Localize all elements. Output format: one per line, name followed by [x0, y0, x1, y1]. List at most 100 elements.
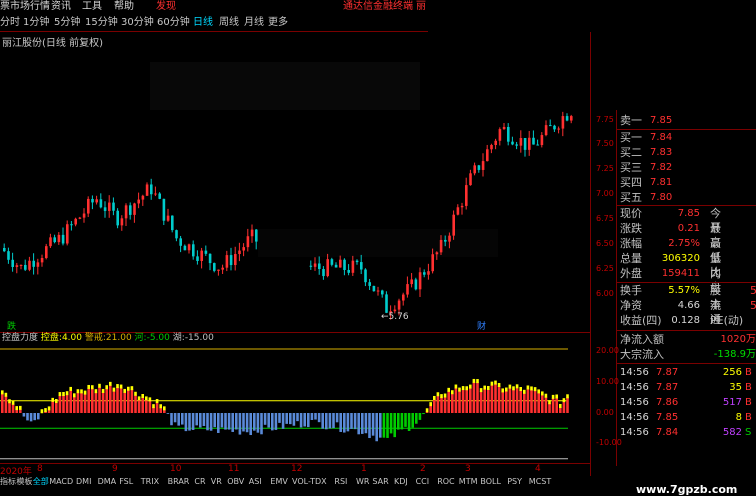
indicator-tab[interactable]: DMI [76, 476, 91, 487]
indicator-cap [127, 386, 130, 391]
price-chart[interactable] [0, 32, 596, 332]
indicator-bar [494, 383, 497, 413]
indicator-tab[interactable]: ROC [437, 476, 454, 487]
candle-body [95, 199, 98, 203]
date-tick: 8 [37, 464, 43, 474]
indicator-tab[interactable]: MACD [49, 476, 73, 487]
tf-1min[interactable]: 1分钟 [23, 16, 49, 30]
indicator-bar [170, 413, 173, 426]
trade-direction: B [745, 382, 752, 393]
indicator-bar [379, 413, 382, 438]
indicator-bar [472, 381, 476, 413]
indicator-tab[interactable]: 指标 [0, 476, 16, 487]
indicator-cap [479, 388, 483, 393]
indicator-cap [548, 400, 551, 405]
indicator-bar [418, 413, 422, 420]
candle-body [225, 255, 229, 268]
stat-row: 外盘 159411 内盘 [620, 267, 721, 294]
price-tick: 7.50 [596, 139, 614, 148]
indicator-cap [533, 387, 537, 392]
candle-body [544, 125, 548, 136]
candle-body [162, 198, 166, 221]
trade-row: 14:56 7.84 582 S [620, 426, 756, 440]
indicator-tab[interactable]: BOLL [480, 476, 501, 487]
stat-label: 换手 [620, 284, 642, 297]
indicator-bar [209, 413, 213, 431]
candle-body [112, 202, 115, 211]
tf-15min[interactable]: 15分钟 [85, 16, 118, 30]
tf-monthly[interactable]: 月线 [244, 16, 264, 30]
price-tick: 6.25 [596, 264, 614, 273]
menu-item-tools[interactable]: 工具 [82, 0, 102, 13]
event-marker[interactable]: 财 [477, 319, 486, 332]
indicator-bar [55, 402, 58, 413]
indicator-tab[interactable]: CCI [416, 476, 430, 487]
candle-body [452, 214, 455, 236]
indicator-cap [483, 385, 486, 390]
indicator-tab[interactable]: KDJ [394, 476, 408, 487]
indicator-tab[interactable]: WR [356, 476, 369, 487]
candle-body [339, 259, 342, 268]
indicator-tab[interactable]: BRAR [168, 476, 190, 487]
indicator-bar [505, 390, 508, 413]
indicator-tab[interactable]: EMV [270, 476, 287, 487]
candle-body [200, 250, 203, 261]
indicator-cap [73, 393, 76, 398]
indicator-tab[interactable]: 全部 [33, 476, 49, 487]
indicator-bar [281, 413, 285, 429]
indicator-bar [314, 413, 317, 420]
tf-intraday[interactable]: 分时 [0, 16, 20, 30]
order-price: 7.85 [650, 115, 673, 126]
candle-body [570, 116, 573, 121]
tf-5min[interactable]: 5分钟 [54, 16, 80, 30]
indicator-chart[interactable] [0, 344, 590, 462]
tf-daily[interactable]: 日线 [193, 16, 213, 30]
indicator-bar [148, 400, 152, 413]
stat-value: 159411 [661, 268, 700, 279]
indicator-bar [465, 389, 468, 413]
stat-value: 306320 [661, 253, 700, 264]
indicator-bar [386, 413, 389, 438]
trade-time: 14:56 [620, 427, 649, 438]
menu-item-discover[interactable]: 发现 [156, 0, 176, 13]
indicator-tab[interactable]: PSY [507, 476, 522, 487]
tf-60min[interactable]: 60分钟 [157, 16, 190, 30]
indicator-tab[interactable]: MCST [529, 476, 551, 487]
candle-body [372, 285, 376, 292]
candle-body [150, 184, 153, 195]
indicator-tab[interactable]: VR [211, 476, 222, 487]
menu-link-extra[interactable]: 丽 [416, 0, 426, 13]
indicator-cap [566, 394, 569, 399]
indicator-tab[interactable]: RSI [334, 476, 347, 487]
trade-row: 14:56 7.87 256 B [620, 366, 756, 380]
candle-body [82, 213, 86, 218]
indicator-tab[interactable]: VOL-TDX [292, 476, 327, 487]
indicator-bar [130, 389, 134, 413]
indicator-tab[interactable]: DMA [98, 476, 117, 487]
menu-item-help[interactable]: 帮助 [114, 0, 134, 13]
indicator-tab[interactable]: MTM [459, 476, 478, 487]
tf-more[interactable]: 更多 [268, 16, 288, 30]
menu-link-terminal[interactable]: 通达信金融终端 [343, 0, 413, 13]
tf-weekly[interactable]: 周线 [219, 16, 239, 30]
indicator-tab[interactable]: TRIX [141, 476, 159, 487]
indicator-tab[interactable]: 模板 [16, 476, 32, 487]
indicator-cap [44, 408, 47, 413]
indicator-tab[interactable]: OBV [227, 476, 244, 487]
indicator-bar [224, 413, 227, 430]
indicator-tab[interactable]: CR [194, 476, 205, 487]
menu-item-news[interactable]: 资讯 [51, 0, 71, 13]
indicator-tab[interactable]: FSL [119, 476, 133, 487]
trade-direction: B [745, 412, 752, 423]
candle-body [519, 137, 523, 146]
tf-30min[interactable]: 30分钟 [121, 16, 154, 30]
indicator-tab[interactable]: ASI [249, 476, 262, 487]
candle-body [74, 218, 77, 225]
menu-item-market[interactable]: 票市场行情 [0, 0, 50, 13]
indicator-bar [433, 398, 436, 413]
indicator-tab[interactable]: SAR [372, 476, 388, 487]
candle-body [154, 193, 157, 195]
indicator-bar [407, 413, 411, 431]
event-marker[interactable]: 跌 [7, 319, 16, 332]
candle-body [460, 205, 464, 208]
